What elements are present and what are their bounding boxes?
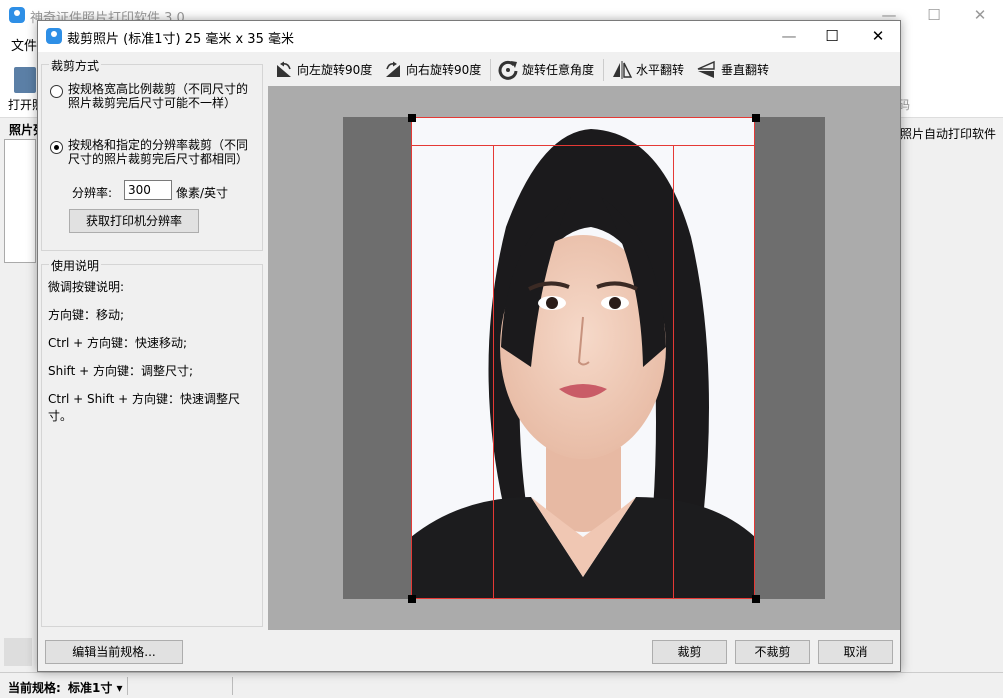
photo-list-panel[interactable]	[4, 139, 36, 263]
resolution-input[interactable]	[124, 180, 172, 200]
open-file-icon[interactable]	[14, 67, 36, 93]
maximize-icon[interactable]: ☐	[911, 0, 957, 31]
cancel-button[interactable]: 取消	[818, 640, 893, 664]
rotate-right-icon	[386, 61, 400, 77]
close-icon[interactable]: ✕	[957, 0, 1003, 31]
edit-spec-button[interactable]: 编辑当前规格...	[45, 640, 183, 664]
flip-vertical-label: 垂直翻转	[721, 63, 770, 77]
status-spec-dropdown[interactable]: 标准1寸 ▾	[68, 679, 123, 696]
flip-horizontal-button[interactable]: 水平翻转	[611, 53, 684, 86]
crop-guide-right	[673, 145, 674, 598]
crop-canvas[interactable]	[268, 86, 900, 630]
help-line: 方向键：移动;	[48, 308, 125, 322]
crop-handle-bottom-left[interactable]	[408, 595, 416, 603]
flip-horizontal-label: 水平翻转	[636, 63, 685, 77]
resolution-unit: 像素/英寸	[176, 186, 229, 200]
crop-guide-horizontal	[412, 145, 754, 146]
dialog-button-bar: 编辑当前规格... 裁剪 不裁剪 取消	[38, 630, 900, 671]
upload-icon[interactable]	[4, 638, 32, 666]
flip-horizontal-icon	[613, 60, 633, 79]
option-ratio-line2: 照片裁剪完后尺寸可能不一样）	[68, 96, 237, 110]
no-crop-button[interactable]: 不裁剪	[735, 640, 810, 664]
crop-mode-ratio-option[interactable]: 按规格宽高比例裁剪（不同尺寸的 照片裁剪完后尺寸可能不一样）	[50, 82, 248, 110]
flip-vertical-icon	[697, 60, 715, 78]
minimize-icon[interactable]: —	[766, 21, 812, 52]
dialog-titlebar: 裁剪照片 (标准1寸) 25 毫米 x 35 毫米 — ☐ ✕	[38, 21, 900, 52]
option-resolution-line2: 尺寸的照片裁剪完后尺寸都相同）	[68, 152, 249, 166]
toolbar-divider	[490, 59, 491, 81]
rotate-toolbar: 向左旋转90度 向右旋转90度 旋转任意角度 水平翻转 垂直翻转	[268, 53, 900, 86]
rotate-any-label: 旋转任意角度	[522, 63, 595, 77]
resolution-label: 分辨率:	[72, 186, 113, 200]
crop-mode-title: 裁剪方式	[49, 57, 102, 74]
rotate-right-button[interactable]: 向右旋转90度	[383, 53, 481, 86]
crop-guide-left	[493, 145, 494, 598]
status-bar: 当前规格: 标准1寸 ▾	[0, 672, 1003, 698]
option-resolution-line1: 按规格和指定的分辨率裁剪（不同	[68, 138, 249, 152]
rotate-left-button[interactable]: 向左旋转90度	[274, 53, 372, 86]
crop-frame[interactable]	[411, 117, 755, 599]
rotate-any-icon	[498, 60, 518, 80]
app-icon	[9, 7, 25, 23]
help-line: Ctrl + Shift + 方向键：快速调整尺寸。	[48, 392, 240, 423]
toolbar-divider	[603, 59, 604, 81]
get-printer-dpi-button[interactable]: 获取打印机分辨率	[69, 209, 199, 233]
maximize-icon[interactable]: ☐	[809, 21, 855, 52]
radio-resolution[interactable]	[50, 141, 63, 154]
rotate-any-button[interactable]: 旋转任意角度	[497, 53, 594, 86]
crop-dialog: 裁剪照片 (标准1寸) 25 毫米 x 35 毫米 — ☐ ✕ 裁剪方式 按规格…	[37, 20, 901, 672]
crop-handle-bottom-right[interactable]	[752, 595, 760, 603]
help-line: Shift + 方向键：调整尺寸;	[48, 364, 194, 378]
dialog-title: 裁剪照片 (标准1寸) 25 毫米 x 35 毫米	[67, 32, 294, 47]
right-tab-label[interactable]: 照片自动打印软件	[900, 125, 996, 142]
rotate-left-icon	[277, 61, 291, 77]
app-icon	[46, 28, 62, 44]
menu-file[interactable]: 文件	[11, 35, 37, 54]
option-ratio-line1: 按规格宽高比例裁剪（不同尺寸的	[68, 82, 249, 96]
help-title: 使用说明	[49, 257, 102, 274]
crop-handle-top-right[interactable]	[752, 114, 760, 122]
help-line: Ctrl + 方向键：快速移动;	[48, 336, 188, 350]
help-group: 使用说明 微调按键说明: 方向键：移动; Ctrl + 方向键：快速移动; Sh…	[41, 257, 263, 627]
rotate-left-label: 向左旋转90度	[297, 63, 373, 77]
crop-handle-top-left[interactable]	[408, 114, 416, 122]
crop-mode-resolution-option[interactable]: 按规格和指定的分辨率裁剪（不同 尺寸的照片裁剪完后尺寸都相同）	[50, 138, 248, 166]
status-divider	[127, 677, 128, 695]
help-line: 微调按键说明:	[48, 280, 125, 294]
crop-button[interactable]: 裁剪	[652, 640, 727, 664]
radio-ratio[interactable]	[50, 85, 63, 98]
status-spec-label: 当前规格:	[8, 681, 61, 695]
crop-mode-group: 裁剪方式 按规格宽高比例裁剪（不同尺寸的 照片裁剪完后尺寸可能不一样） 按规格和…	[41, 57, 263, 251]
status-divider	[232, 677, 233, 695]
rotate-right-label: 向右旋转90度	[406, 63, 482, 77]
flip-vertical-button[interactable]: 垂直翻转	[696, 53, 769, 86]
close-icon[interactable]: ✕	[855, 21, 901, 52]
